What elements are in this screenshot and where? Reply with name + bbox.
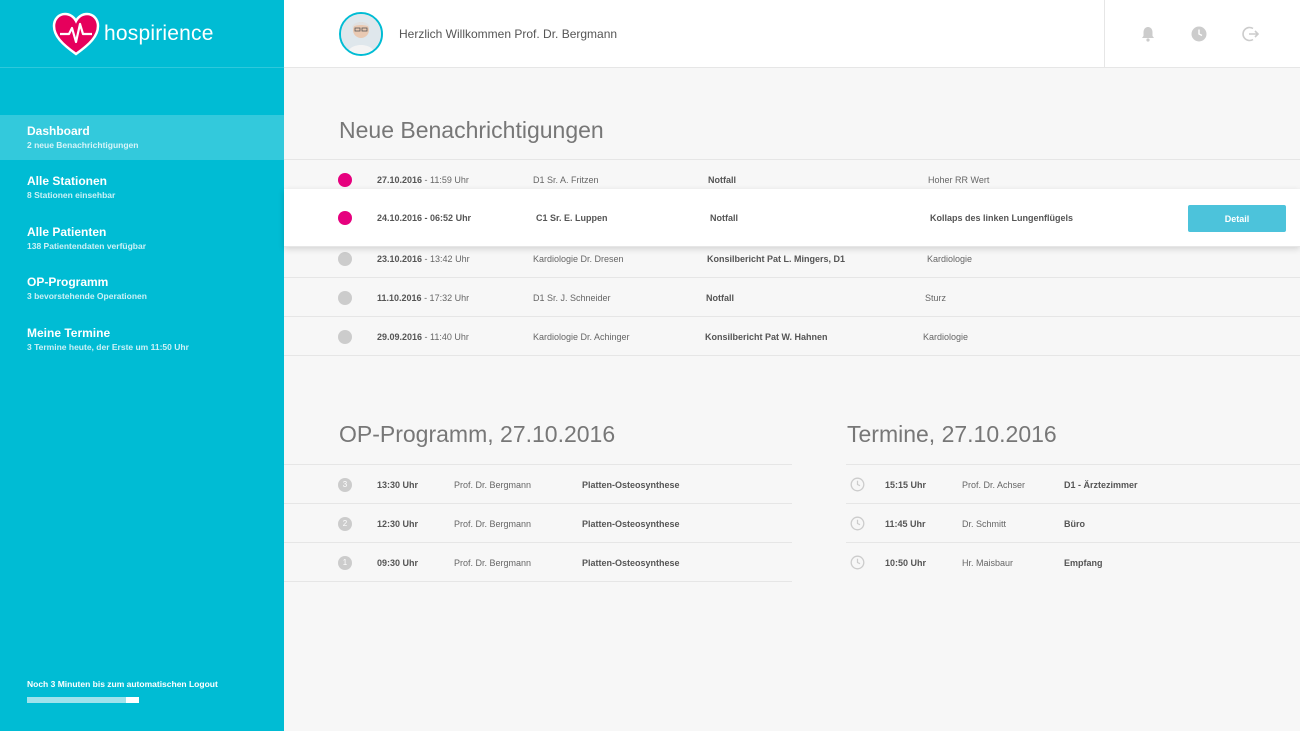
appointment-row[interactable]: 11:45 Uhr Dr. Schmitt Büro	[846, 504, 1300, 543]
appointment-place: Büro	[1064, 519, 1085, 529]
alert-clock-icon	[338, 211, 352, 225]
sidebar-item-title: Dashboard	[27, 124, 90, 138]
notification-person: Kardiologie Dr. Achinger	[533, 332, 630, 342]
header-divider	[1104, 0, 1105, 68]
notification-time: - 11:40 Uhr	[422, 332, 469, 342]
notification-desc: Kardiologie	[923, 332, 969, 342]
clock-icon	[850, 477, 865, 492]
appointment-time: 15:15 Uhr	[885, 480, 927, 490]
op-number-badge: 1	[338, 556, 352, 570]
op-procedure: Platten-Osteosynthese	[582, 519, 680, 529]
avatar[interactable]	[339, 12, 383, 56]
notification-type: Konsilbericht Pat W. Hahnen	[705, 332, 828, 342]
top-header: Herzlich Willkommen Prof. Dr. Bergmann	[284, 0, 1300, 68]
notification-row[interactable]: 29.09.2016 - 11:40 Uhr Kardiologie Dr. A…	[284, 317, 1300, 356]
notification-time: - 13:42 Uhr	[422, 254, 470, 264]
notification-date: 29.09.2016	[377, 332, 423, 342]
appointment-row[interactable]: 15:15 Uhr Prof. Dr. Achser D1 - Ärztezim…	[846, 465, 1300, 504]
notification-time: - 17:32 Uhr	[421, 293, 470, 303]
brand-name: hospirience	[104, 21, 214, 45]
sidebar-item-patienten[interactable]: Alle Patienten 138 Patientendaten verfüg…	[0, 216, 284, 267]
appointments-title: Termine, 27.10.2016	[847, 421, 1057, 447]
appointment-person: Hr. Maisbaur	[962, 558, 1014, 568]
notification-date: 23.10.2016	[377, 254, 423, 264]
sidebar-item-title: Alle Patienten	[27, 224, 107, 239]
notification-desc: Kollaps des linken Lungenflügels	[930, 213, 1074, 223]
clock-icon	[338, 330, 352, 344]
notification-type: Notfall	[708, 175, 736, 185]
op-time: 12:30 Uhr	[377, 519, 419, 529]
notification-time: - 11:59 Uhr	[422, 175, 469, 185]
appointment-place: Empfang	[1064, 558, 1103, 568]
sidebar-item-title: Alle Stationen	[27, 174, 108, 188]
sidebar-nav: Dashboard 2 neue Benachrichtigungen Alle…	[0, 115, 284, 367]
sidebar-item-subtitle: 3 bevorstehende Operationen	[27, 291, 147, 301]
sidebar-item-title: OP-Programm	[27, 275, 109, 289]
sidebar-item-op-programm[interactable]: OP-Programm 3 bevorstehende Operationen	[0, 266, 284, 317]
notification-row-selected[interactable]: 24.10.2016 - 06:52 Uhr C1 Sr. E. Luppen …	[284, 189, 1300, 247]
notification-person: C1 Sr. E. Luppen	[536, 213, 608, 223]
notification-person: D1 Sr. J. Schneider	[533, 293, 611, 303]
op-number-badge: 3	[338, 478, 352, 492]
appointment-person: Dr. Schmitt	[962, 519, 1007, 529]
notification-type: Notfall	[706, 293, 734, 303]
appointment-time: 11:45 Uhr	[885, 519, 926, 529]
sidebar-item-subtitle: 3 Termine heute, der Erste um 11:50 Uhr	[27, 341, 189, 352]
notification-row[interactable]: 11.10.2016 - 17:32 Uhr D1 Sr. J. Schneid…	[284, 278, 1300, 317]
op-procedure: Platten-Osteosynthese	[582, 558, 680, 568]
op-procedure: Platten-Osteosynthese	[582, 480, 680, 490]
sidebar-item-termine[interactable]: Meine Termine 3 Termine heute, der Erste…	[0, 317, 284, 368]
notification-date: 24.10.2016	[377, 213, 423, 223]
op-doctor: Prof. Dr. Bergmann	[454, 558, 532, 568]
alert-clock-icon	[338, 173, 352, 187]
logout-note: Noch 3 Minuten bis zum automatischen Log…	[27, 679, 218, 689]
appointment-row[interactable]: 10:50 Uhr Hr. Maisbaur Empfang	[846, 543, 1300, 582]
sidebar: hospirience Dashboard 2 neue Benachricht…	[0, 0, 284, 731]
notification-date: 11.10.2016	[377, 293, 422, 303]
op-program-title: OP-Programm, 27.10.2016	[339, 421, 616, 447]
op-time: 09:30 Uhr	[377, 558, 419, 568]
logout-progress-bar	[27, 697, 139, 703]
notification-date: 27.10.2016	[377, 175, 423, 185]
appointment-time: 10:50 Uhr	[885, 558, 927, 568]
op-number-badge: 2	[338, 517, 352, 531]
user-avatar-icon	[341, 14, 381, 54]
sidebar-item-stationen[interactable]: Alle Stationen 8 Stationen einsehbar	[0, 165, 284, 216]
notification-type: Notfall	[710, 213, 738, 223]
appointment-place: D1 - Ärztezimmer	[1064, 480, 1138, 490]
sidebar-item-title: Meine Termine	[27, 325, 111, 340]
op-row[interactable]: 3 13:30 Uhr Prof. Dr. Bergmann Platten-O…	[284, 465, 792, 504]
clock-icon	[338, 291, 352, 305]
notification-desc: Hoher RR Wert	[928, 175, 990, 185]
op-doctor: Prof. Dr. Bergmann	[454, 480, 532, 490]
notification-desc: Kardiologie	[927, 254, 973, 264]
op-row[interactable]: 2 12:30 Uhr Prof. Dr. Bergmann Platten-O…	[284, 504, 792, 543]
sidebar-item-subtitle: 138 Patientendaten verfügbar	[27, 240, 147, 251]
logout-progress-fill	[27, 697, 126, 703]
notifications-title: Neue Benachrichtigungen	[339, 117, 604, 143]
clock-icon	[850, 555, 865, 570]
heart-pulse-icon	[52, 12, 100, 56]
notification-person: D1 Sr. A. Fritzen	[533, 175, 599, 185]
clock-icon	[338, 252, 352, 266]
op-row[interactable]: 1 09:30 Uhr Prof. Dr. Bergmann Platten-O…	[284, 543, 792, 582]
sidebar-item-subtitle: 2 neue Benachrichtigungen	[27, 140, 139, 150]
notification-time: - 06:52 Uhr	[422, 213, 472, 223]
clock-icon[interactable]	[1190, 25, 1208, 43]
logout-icon[interactable]	[1242, 25, 1260, 43]
notification-type: Konsilbericht Pat L. Mingers, D1	[707, 254, 846, 264]
sidebar-item-dashboard[interactable]: Dashboard 2 neue Benachrichtigungen	[0, 115, 284, 160]
clock-icon	[850, 516, 865, 531]
logo[interactable]: hospirience	[0, 0, 284, 68]
op-doctor: Prof. Dr. Bergmann	[454, 519, 532, 529]
appointment-person: Prof. Dr. Achser	[962, 480, 1026, 490]
op-time: 13:30 Uhr	[377, 480, 419, 490]
welcome-text: Herzlich Willkommen Prof. Dr. Bergmann	[399, 27, 618, 41]
bell-icon[interactable]	[1139, 25, 1157, 43]
notification-person: Kardiologie Dr. Dresen	[533, 254, 624, 264]
sidebar-item-subtitle: 8 Stationen einsehbar	[27, 190, 116, 200]
detail-button[interactable]: Detail	[1188, 205, 1286, 232]
notification-desc: Sturz	[925, 293, 947, 303]
